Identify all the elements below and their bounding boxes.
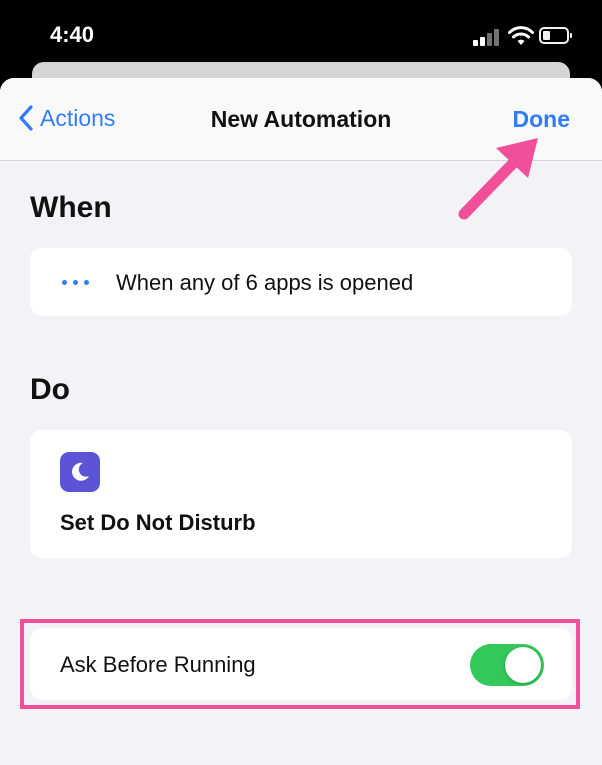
moon-icon	[60, 452, 100, 492]
annotation-arrow-icon	[458, 138, 538, 220]
wifi-icon	[508, 26, 534, 45]
trigger-text: When any of 6 apps is opened	[116, 270, 414, 295]
do-heading: Do	[30, 373, 70, 406]
done-button[interactable]: Done	[513, 106, 571, 133]
cellular-signal-icon	[473, 28, 501, 46]
highlight-box	[20, 619, 580, 709]
trigger-card[interactable]: When any of 6 apps is opened	[30, 248, 572, 316]
when-heading: When	[30, 191, 112, 224]
battery-icon	[539, 27, 572, 44]
status-time: 4:40	[50, 22, 95, 47]
status-bar: 4:40	[0, 0, 602, 62]
action-card[interactable]: Set Do Not Disturb	[30, 430, 572, 558]
more-dots-icon	[62, 280, 89, 285]
action-title: Set Do Not Disturb	[60, 510, 256, 535]
